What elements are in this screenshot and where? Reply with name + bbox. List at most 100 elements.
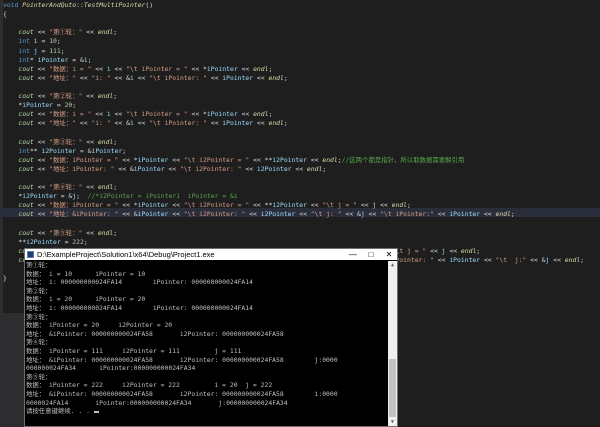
code-token: << <box>295 210 311 219</box>
code-token: endl <box>306 164 323 173</box>
code-token: ; <box>113 137 118 146</box>
code-token: << <box>76 73 92 82</box>
code-token: 111 <box>49 46 61 55</box>
console-line: 数据： iPointer = 222 i2Pointer = 222 i = 2… <box>26 381 387 390</box>
code-token: << <box>168 210 184 219</box>
code-token: << <box>168 155 184 164</box>
scrollbar-thumb[interactable] <box>389 359 396 417</box>
code-token: TestMultiPointer <box>83 1 146 9</box>
console-line-text: 数据： i = 10 iPointer = 10 <box>26 269 146 278</box>
code-line: } <box>3 274 7 283</box>
code-token: cout <box>18 64 34 73</box>
maximize-button[interactable]: □ <box>363 249 379 260</box>
code-line: cout << "第②轮：" << endl; <box>3 92 117 101</box>
console-app-icon <box>27 251 34 258</box>
console-line: 地址： &iPointer: 000000000024FA58 i2Pointe… <box>26 330 387 339</box>
code-token: iPointer <box>22 101 54 110</box>
code-token: << <box>33 201 50 210</box>
code-token: "第②轮：" <box>49 92 83 100</box>
console-line-text: 地址： i: 000000000024FA14 iPointer: 000000… <box>26 278 253 287</box>
code-token: endl <box>460 246 477 255</box>
code-token: << * <box>118 201 138 210</box>
code-token: ; <box>268 110 273 119</box>
code-token: endl <box>97 228 114 237</box>
code-token: "\t i2Pointer: " <box>183 210 246 219</box>
code-token: :: <box>76 1 84 9</box>
console-scrollbar[interactable]: ▲ ▼ <box>388 261 397 426</box>
code-token: "\t iPointer: " <box>149 73 207 82</box>
code-line: *iPointer = 20; <box>3 101 76 110</box>
code-token: iPointer <box>137 201 169 210</box>
console-line-text: 数据： iPointer = 222 i2Pointer = 222 i = 2… <box>26 381 273 390</box>
code-token: << * <box>118 155 138 164</box>
console-line-text: 数据： iPointer = 20 i2Pointer = 20 <box>26 321 173 330</box>
code-line: cout << "数据：i = " << i << "\t iPointer =… <box>3 110 272 119</box>
code-token: i2Pointer <box>272 155 307 164</box>
code-line: cout << "第④轮：" << endl; <box>3 183 117 192</box>
code-token: cout <box>18 210 34 219</box>
code-token: * <box>29 55 38 64</box>
code-token: << <box>33 73 50 82</box>
console-line: 数据： iPointer = 111 i2Pointer = 111 j = 1… <box>26 347 387 356</box>
code-token: "数据：iPointer = " <box>49 201 119 210</box>
code-token: = <box>37 37 50 46</box>
code-token: ; <box>76 192 88 201</box>
code-token: = <box>53 101 65 110</box>
code-token: "\t j: " <box>310 210 342 219</box>
console-line-text: 0000024FA14 iPointer:000000000024FA34 j:… <box>26 398 288 407</box>
code-token: << * <box>187 110 207 119</box>
code-token: << & <box>118 210 138 219</box>
scroll-up-arrow-icon[interactable]: ▲ <box>388 261 397 269</box>
code-token: << & <box>110 119 130 128</box>
code-token: "第③轮：" <box>49 137 83 146</box>
code-line: void PointerAndQuto::TestMultiPointer() <box>3 1 153 10</box>
code-token: << <box>480 255 496 264</box>
console-line: 第①轮： <box>26 261 387 270</box>
code-token: = & <box>56 192 73 201</box>
code-token: << <box>110 64 127 73</box>
code-token: "\t i2Pointer: " <box>179 164 242 173</box>
output-panel-edge <box>0 313 24 427</box>
code-token: << <box>133 119 150 128</box>
code-token: //这两个都是指针，所以取数据需要解引用 <box>341 155 465 164</box>
code-line: cout << "第⑤轮：" << endl; <box>3 229 117 238</box>
code-token: endl <box>97 28 114 37</box>
code-token: << & <box>114 164 134 173</box>
code-token: << ** <box>249 201 273 210</box>
code-line: cout << "第③轮：" << endl; <box>3 138 117 147</box>
scroll-down-arrow-icon[interactable]: ▼ <box>388 418 397 426</box>
code-token: << <box>241 164 257 173</box>
code-token: iPointer <box>449 255 481 264</box>
code-token: << <box>33 119 50 128</box>
console-title-bar[interactable]: D:\ExampleProject\Solution1\x64\Debug\Pr… <box>25 249 397 260</box>
console-line-text: 地址： &iPointer: 000000000024FA58 i2Pointe… <box>26 389 338 398</box>
close-button[interactable]: ✕ <box>381 249 397 260</box>
code-line: cout << "数据：i = " << i << "\t iPointer =… <box>3 65 272 74</box>
console-window[interactable]: D:\ExampleProject\Solution1\x64\Debug\Pr… <box>24 248 398 427</box>
code-token: int <box>18 146 30 155</box>
code-token: cout <box>18 137 34 146</box>
code-token: cout <box>18 119 34 128</box>
code-token: << <box>33 210 50 219</box>
minimize-button[interactable]: — <box>345 249 361 260</box>
code-token: << <box>206 119 223 128</box>
code-token: << ** <box>249 155 273 164</box>
code-token: ; <box>113 92 118 100</box>
code-token: endl <box>253 110 269 119</box>
code-token: ; <box>56 37 61 46</box>
code-token: << & <box>526 255 546 264</box>
code-token: << <box>82 183 98 191</box>
code-token: "地址：&iPointer: " <box>49 210 119 219</box>
code-token: "\t iPointer = " <box>126 64 188 73</box>
code-line: cout << "地址：iPointer: " << &iPointer << … <box>3 165 326 174</box>
code-token: ; <box>72 101 77 110</box>
code-token: ; <box>476 246 481 255</box>
code-token: << <box>245 210 261 219</box>
code-token: "\t iPointer = " <box>126 110 188 119</box>
text-cursor <box>93 411 99 414</box>
